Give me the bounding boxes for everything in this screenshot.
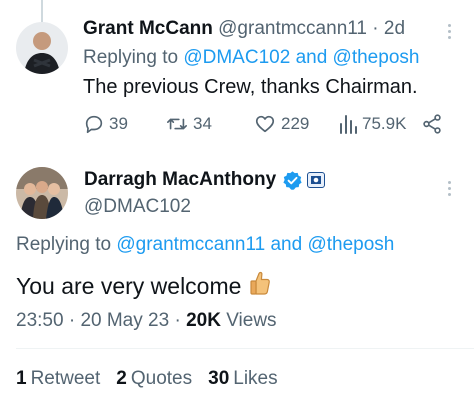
separator: · xyxy=(174,310,181,331)
tweet-text: The previous Crew, thanks Chairman. xyxy=(83,76,418,98)
views-label: Views xyxy=(226,310,277,331)
tweet-time[interactable]: 2d xyxy=(384,18,405,39)
replying-user-link[interactable]: @DMAC102 xyxy=(183,47,290,68)
views-icon xyxy=(340,115,357,134)
reply-tweet-header: Grant McCann @grantmccann11 · 2d xyxy=(83,18,405,40)
share-button[interactable] xyxy=(421,113,447,135)
heart-icon xyxy=(255,115,275,133)
author-name[interactable]: Darragh MacAnthony xyxy=(84,169,276,191)
replying-prefix: Replying to xyxy=(83,47,179,68)
replying-to: Replying to @DMAC102 and @theposh xyxy=(83,47,419,69)
main-author-row: Darragh MacAnthony xyxy=(84,169,326,191)
retweet-count: 34 xyxy=(193,114,212,133)
like-count: 229 xyxy=(281,114,310,133)
avatar[interactable] xyxy=(16,22,68,74)
retweets-label: Retweet xyxy=(30,368,101,389)
avatar[interactable] xyxy=(16,167,68,219)
share-icon xyxy=(423,114,441,134)
thumbs-up-emoji xyxy=(249,270,271,302)
more-icon[interactable] xyxy=(448,24,452,42)
replying-user-link[interactable]: @theposh xyxy=(307,234,394,255)
retweets-count: 1 xyxy=(16,368,27,389)
reply-icon xyxy=(85,115,103,134)
replying-and: and xyxy=(295,47,328,68)
replying-prefix: Replying to xyxy=(16,234,112,255)
thread-connector-line xyxy=(41,0,43,22)
replying-user-link[interactable]: @theposh xyxy=(333,47,420,68)
quotes-count: 2 xyxy=(116,368,127,389)
like-button[interactable]: 229 xyxy=(253,113,309,135)
retweet-icon xyxy=(167,118,187,130)
tweet-date[interactable]: 20 May 23 xyxy=(80,310,169,331)
engagement-stats: 1 Retweet 2 Quotes 30 Likes xyxy=(16,368,294,390)
views-count: 75.9K xyxy=(362,114,407,133)
retweets-stat[interactable]: 1 Retweet xyxy=(16,368,100,390)
tweet-text: You are very welcome xyxy=(16,272,242,299)
separator: · xyxy=(372,18,379,39)
author-name[interactable]: Grant McCann xyxy=(83,18,213,39)
replying-and: and xyxy=(270,234,303,255)
reply-button[interactable]: 39 xyxy=(83,113,128,135)
likes-count: 30 xyxy=(208,368,230,389)
views-button[interactable]: 75.9K xyxy=(338,113,406,135)
more-icon[interactable] xyxy=(448,181,452,199)
likes-label: Likes xyxy=(233,368,278,389)
affiliate-badge-icon[interactable] xyxy=(307,172,326,188)
tweet-time[interactable]: 23:50 xyxy=(16,310,64,331)
separator: · xyxy=(68,310,76,331)
retweet-button[interactable]: 34 xyxy=(165,113,212,135)
quotes-label: Quotes xyxy=(130,368,193,389)
replying-to: Replying to @grantmccann11 and @theposh xyxy=(16,234,394,256)
author-handle[interactable]: @grantmccann11 xyxy=(218,18,367,39)
author-handle[interactable]: @DMAC102 xyxy=(84,196,191,218)
views-count: 20K xyxy=(186,310,221,331)
tweet-meta: 23:50 · 20 May 23 · 20K Views xyxy=(16,310,277,332)
replying-user-link[interactable]: @grantmccann11 xyxy=(116,234,265,255)
tweet-actions: 39 34 229 75.9K xyxy=(83,113,453,139)
reply-count: 39 xyxy=(109,114,128,133)
divider xyxy=(16,348,474,349)
verified-icon[interactable] xyxy=(282,170,303,191)
quotes-stat[interactable]: 2 Quotes xyxy=(116,368,192,390)
likes-stat[interactable]: 30 Likes xyxy=(208,368,278,390)
tweet-text-row: You are very welcome xyxy=(16,270,271,302)
